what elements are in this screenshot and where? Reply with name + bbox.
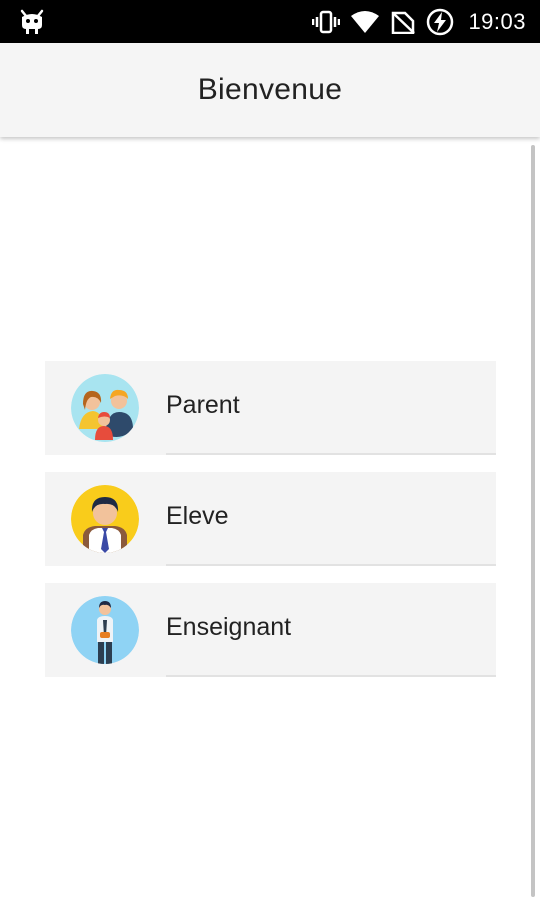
role-label-eleve: Eleve <box>166 502 229 530</box>
status-bar: 19:03 <box>0 0 540 43</box>
role-list: Parent Eleve Enseignant <box>45 361 496 694</box>
status-time: 19:03 <box>468 8 526 34</box>
app-bar: Bienvenue <box>0 43 540 137</box>
main-content[interactable]: Parent Eleve Enseignant <box>0 137 540 900</box>
no-signal-icon <box>390 10 416 34</box>
battery-charging-icon <box>426 8 454 36</box>
family-avatar-icon <box>71 374 139 442</box>
wifi-icon <box>350 10 380 34</box>
page-title: Bienvenue <box>197 73 343 106</box>
vibrate-icon <box>312 10 341 34</box>
android-debug-icon <box>18 9 46 35</box>
role-item-eleve[interactable]: Eleve <box>45 472 496 566</box>
role-item-parent[interactable]: Parent <box>45 361 496 455</box>
role-item-enseignant[interactable]: Enseignant <box>45 583 496 677</box>
scrollbar[interactable] <box>531 145 535 897</box>
divider <box>166 675 496 677</box>
role-label-enseignant: Enseignant <box>166 613 292 641</box>
divider <box>166 453 496 455</box>
student-avatar-icon <box>71 485 139 553</box>
teacher-avatar-icon <box>71 596 139 664</box>
divider <box>166 564 496 566</box>
role-label-parent: Parent <box>166 391 240 419</box>
